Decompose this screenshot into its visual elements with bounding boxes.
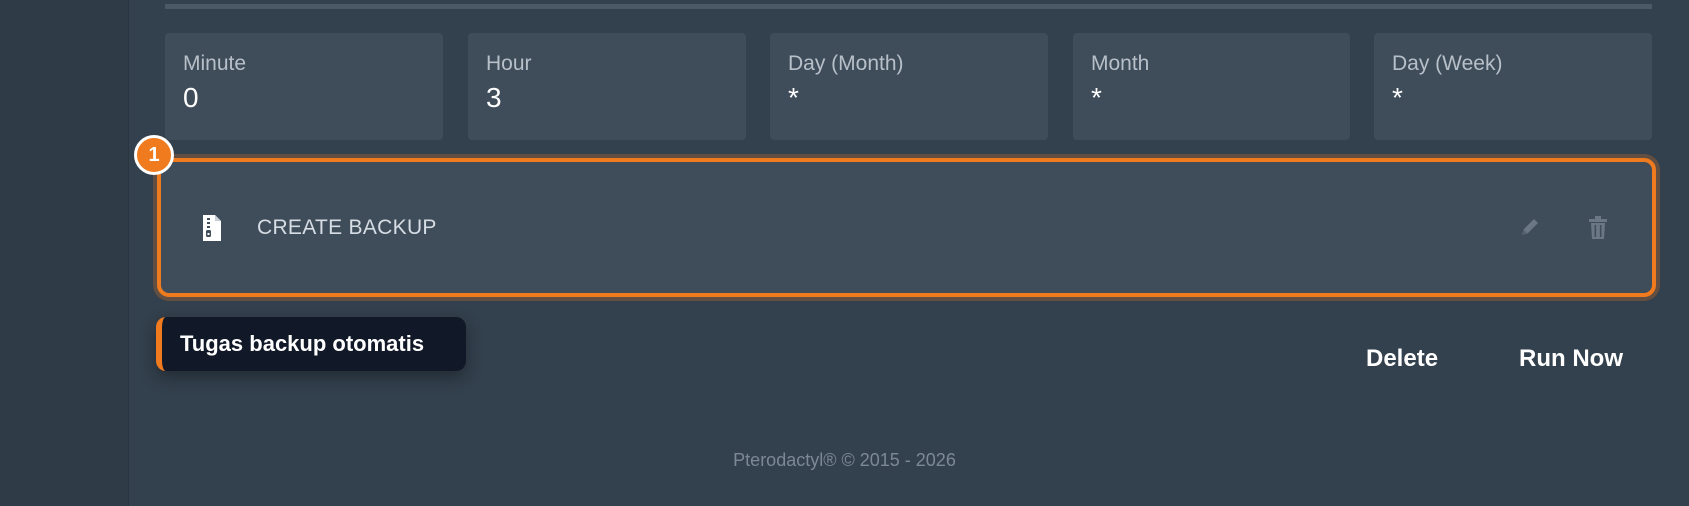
cron-hour-label: Hour [486,52,532,75]
cron-day-month-label: Day (Month) [788,52,904,75]
tour-tooltip: Tugas backup otomatis [156,317,466,371]
cron-minute-card: Minute 0 [165,33,443,140]
cron-minute-label: Minute [183,52,247,75]
cron-day-week-label: Day (Week) [1392,52,1503,75]
task-label: CREATE BACKUP [257,216,437,239]
file-archive-icon [203,215,221,241]
cron-day-month-value: * [788,82,799,113]
cron-hour-value: 3 [486,82,502,113]
sidebar [0,0,129,506]
delete-button[interactable]: Delete [1366,342,1438,376]
task-row-create-backup: CREATE BACKUP [157,158,1656,297]
cron-minute-value: 0 [183,82,199,113]
cron-month-card: Month * [1073,33,1350,140]
divider [165,4,1652,9]
cron-day-week-value: * [1392,82,1403,113]
footer-copyright: Pterodactyl® © 2015 - 2026 [733,450,956,470]
edit-pencil-icon[interactable] [1519,216,1541,240]
cron-month-value: * [1091,82,1102,113]
cron-hour-card: Hour 3 [468,33,746,140]
trash-icon[interactable] [1587,216,1609,240]
cron-month-label: Month [1091,52,1150,75]
cron-day-week-card: Day (Week) * [1374,33,1652,140]
cron-day-month-card: Day (Month) * [770,33,1048,140]
tour-step-badge: 1 [134,135,174,175]
run-now-button[interactable]: Run Now [1519,342,1623,376]
